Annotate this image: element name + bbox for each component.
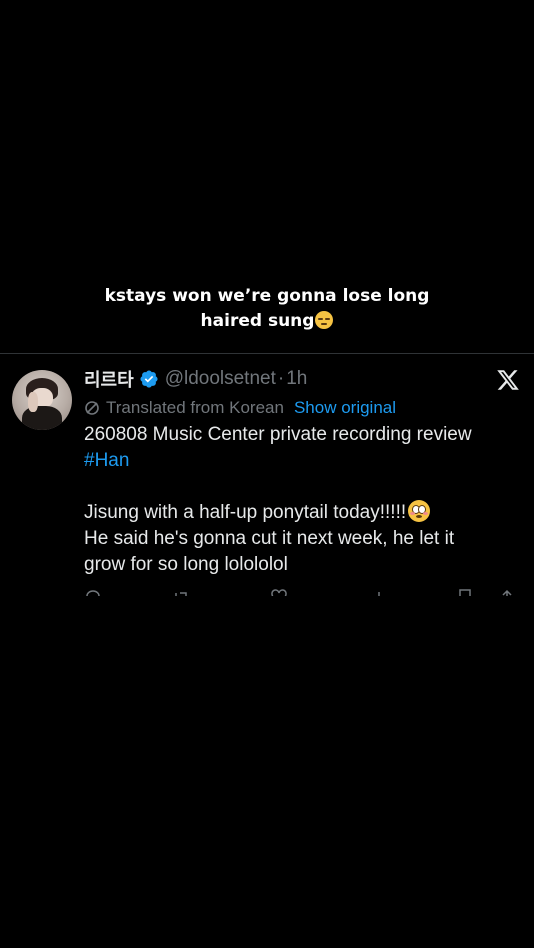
verified-badge-icon (140, 370, 158, 388)
tweet-text-line-3: Jisung with a half-up ponytail today!!!!… (84, 502, 407, 523)
tweet-card[interactable]: 리르타 @ldoolsetnet · 1h Translated from Ko… (0, 354, 534, 596)
tweet-text-line: 260808 Music Center private recording re… (84, 424, 472, 445)
x-logo-icon (497, 370, 519, 390)
show-original-link[interactable]: Show original (294, 398, 396, 418)
translated-label: Translated from Korean (106, 398, 284, 417)
separator-dot: · (277, 368, 285, 389)
share-icon[interactable] (498, 588, 516, 596)
tweet-text-line: Jisung with a half-up ponytail today!!!!… (84, 500, 524, 526)
tweet-text-line: He said he's gonna cut it next week, he … (84, 528, 455, 549)
translate-icon (85, 401, 99, 415)
like-icon[interactable] (270, 588, 288, 596)
views-icon[interactable] (370, 588, 388, 596)
retweet-icon[interactable] (172, 588, 190, 596)
tweet-text: 260808 Music Center private recording re… (84, 422, 524, 578)
pensive-face-emoji-icon (315, 311, 334, 329)
display-name[interactable]: 리르타 (84, 366, 134, 392)
timestamp[interactable]: 1h (286, 368, 307, 390)
flushed-face-emoji-icon (408, 500, 431, 522)
hashtag-link[interactable]: #Han (84, 448, 524, 474)
caption-line-2: haired sung (0, 309, 534, 334)
tweet-header: 리르타 @ldoolsetnet · 1h (84, 366, 307, 392)
handle[interactable]: @ldoolsetnet (165, 368, 276, 390)
reply-icon[interactable] (84, 588, 102, 596)
caption-overlay: kstays won we’re gonna lose long haired … (0, 284, 534, 334)
tweet-text-line: grow for so long lolololol (84, 554, 288, 575)
caption-line-2-text: haired sung (200, 311, 315, 331)
avatar[interactable] (12, 370, 72, 430)
bookmark-icon[interactable] (456, 588, 474, 596)
caption-line-1: kstays won we’re gonna lose long (104, 286, 430, 306)
translation-row: Translated from Korean Show original (84, 396, 396, 420)
action-bar (84, 588, 524, 596)
